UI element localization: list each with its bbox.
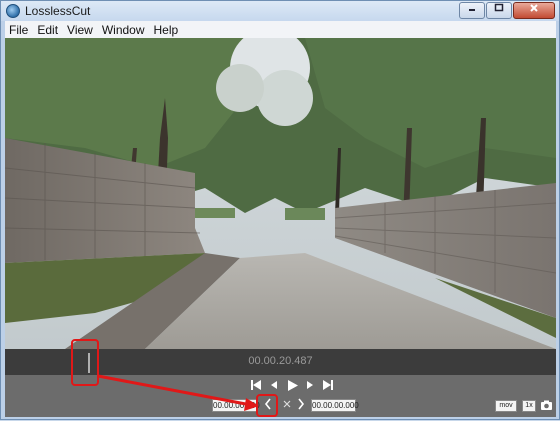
menu-file[interactable]: File — [9, 23, 28, 37]
jump-to-cut-end-button[interactable] — [297, 398, 305, 413]
play-icon — [287, 379, 298, 391]
title-bar[interactable]: LosslessCut — [1, 1, 559, 21]
minimize-icon — [469, 9, 475, 11]
video-player[interactable] — [5, 38, 556, 349]
close-icon — [530, 4, 538, 12]
playback-rate-button[interactable]: 1x — [522, 400, 536, 412]
step-back-icon — [271, 381, 277, 389]
app-window: LosslessCut File Edit View Window Help 0… — [0, 0, 560, 420]
jump-to-end-button[interactable] — [321, 378, 335, 392]
output-format-button[interactable]: mov — [495, 400, 517, 412]
step-forward-icon — [307, 381, 313, 389]
step-back-button[interactable] — [267, 378, 281, 392]
chevron-right-icon — [298, 398, 305, 410]
menu-help[interactable]: Help — [154, 23, 179, 37]
cut-end-time-field[interactable]: 00.00.00.000 — [311, 399, 359, 412]
skip-to-start-icon — [251, 380, 261, 390]
transport-controls — [249, 378, 335, 392]
menu-edit[interactable]: Edit — [37, 23, 58, 37]
jump-to-start-button[interactable] — [249, 378, 263, 392]
maximize-button[interactable] — [486, 2, 512, 19]
window-title: LosslessCut — [25, 4, 91, 18]
menu-bar: File Edit View Window Help — [5, 21, 556, 38]
segment-icon — [283, 400, 291, 408]
segment-button[interactable] — [282, 399, 292, 414]
highlight-prev-cut — [256, 394, 278, 417]
cut-controls: 00.00.00.000 00.00.00.000 mov 1x — [5, 398, 556, 414]
maximize-icon — [494, 3, 504, 12]
skip-to-end-icon — [323, 380, 333, 390]
menu-window[interactable]: Window — [102, 23, 145, 37]
highlight-playhead — [71, 339, 99, 386]
play-button[interactable] — [285, 378, 299, 392]
video-frame — [5, 38, 556, 349]
close-button[interactable] — [513, 2, 555, 19]
camera-icon — [541, 400, 552, 410]
window-controls — [459, 2, 555, 19]
menu-view[interactable]: View — [67, 23, 93, 37]
cut-start-time-field[interactable]: 00.00.00.000 — [212, 399, 260, 412]
app-icon — [6, 4, 20, 18]
step-forward-button[interactable] — [303, 378, 317, 392]
capture-frame-button[interactable] — [540, 399, 553, 412]
minimize-button[interactable] — [459, 2, 485, 19]
